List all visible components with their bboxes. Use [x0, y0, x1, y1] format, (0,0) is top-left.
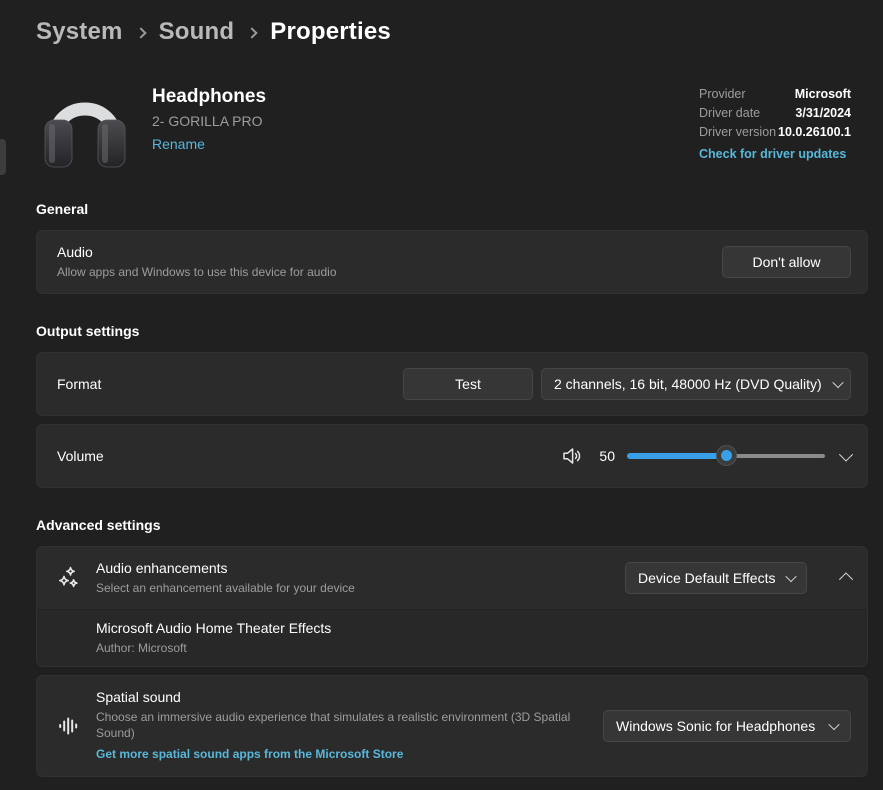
audio-permission-card: Audio Allow apps and Windows to use this…: [36, 230, 868, 294]
chevron-down-icon: [832, 377, 843, 388]
nav-pane-fragment: [0, 139, 6, 175]
headphones-image: [40, 76, 130, 170]
volume-controls: 50: [561, 445, 851, 467]
enhancements-collapse-chevron-up-icon[interactable]: [839, 572, 853, 586]
spatial-sound-description: Choose an immersive audio experience tha…: [96, 709, 588, 741]
check-driver-updates-link[interactable]: Check for driver updates: [699, 147, 846, 161]
driver-row-date: Driver date 3/31/2024: [699, 106, 851, 120]
section-general-title: General: [36, 201, 868, 217]
volume-expander-chevron-down-icon[interactable]: [839, 448, 853, 462]
audio-permission-title: Audio: [57, 244, 337, 260]
format-card: Format Test 2 channels, 16 bit, 48000 Hz…: [36, 352, 868, 416]
breadcrumb: System Sound Properties: [0, 0, 883, 46]
device-header: Headphones 2- GORILLA PRO Rename Provide…: [40, 76, 868, 172]
rename-link[interactable]: Rename: [152, 136, 205, 152]
driver-date-label: Driver date: [699, 106, 760, 120]
enhancements-dropdown-value: Device Default Effects: [638, 570, 775, 586]
chevron-right-icon: [247, 27, 258, 38]
driver-row-version: Driver version 10.0.26100.1: [699, 125, 851, 139]
device-name: Headphones: [152, 86, 266, 108]
speaker-icon: [561, 445, 583, 467]
driver-info: Provider Microsoft Driver date 3/31/2024…: [699, 87, 851, 161]
format-dropdown-value: 2 channels, 16 bit, 48000 Hz (DVD Qualit…: [554, 376, 822, 392]
audio-enhancements-card: Audio enhancements Select an enhancement…: [36, 546, 868, 610]
section-output-title: Output settings: [36, 323, 868, 339]
audio-permission-description: Allow apps and Windows to use this devic…: [57, 264, 337, 280]
device-subtitle: 2- GORILLA PRO: [152, 113, 266, 129]
volume-slider-thumb[interactable]: [716, 445, 737, 466]
spatial-sound-card: Spatial sound Choose an immersive audio …: [36, 675, 868, 776]
breadcrumb-properties: Properties: [270, 18, 391, 46]
audio-enhancements-description: Select an enhancement available for your…: [96, 580, 355, 596]
spatial-store-link[interactable]: Get more spatial sound apps from the Mic…: [96, 747, 403, 761]
driver-provider-value: Microsoft: [795, 87, 851, 101]
driver-row-provider: Provider Microsoft: [699, 87, 851, 101]
enhancement-item-row: Microsoft Audio Home Theater Effects Aut…: [36, 610, 868, 667]
driver-version-label: Driver version: [699, 125, 776, 139]
chevron-right-icon: [135, 27, 146, 38]
enhancement-item-author: Author: Microsoft: [96, 640, 851, 656]
audio-enhancements-text: Audio enhancements Select an enhancement…: [96, 560, 355, 596]
volume-slider-thumb-dot: [721, 450, 732, 461]
driver-version-value: 10.0.26100.1: [778, 125, 851, 139]
breadcrumb-system[interactable]: System: [36, 18, 123, 46]
audio-enhancements-title: Audio enhancements: [96, 560, 355, 576]
enhancements-dropdown[interactable]: Device Default Effects: [625, 562, 807, 594]
driver-provider-label: Provider: [699, 87, 746, 101]
waveform-icon: [57, 714, 81, 738]
spatial-dropdown-value: Windows Sonic for Headphones: [616, 718, 815, 734]
sparkles-icon: [57, 566, 81, 590]
volume-slider[interactable]: [627, 445, 825, 467]
test-button[interactable]: Test: [403, 368, 533, 400]
chevron-down-icon: [828, 719, 839, 730]
driver-date-value: 3/31/2024: [795, 106, 851, 120]
volume-card: Volume 50: [36, 424, 868, 488]
breadcrumb-sound[interactable]: Sound: [159, 18, 235, 46]
spatial-sound-dropdown[interactable]: Windows Sonic for Headphones: [603, 710, 851, 742]
device-meta: Headphones 2- GORILLA PRO Rename: [152, 76, 266, 172]
format-label: Format: [57, 376, 101, 392]
volume-slider-fill: [627, 453, 726, 459]
section-advanced-title: Advanced settings: [36, 517, 868, 533]
chevron-down-icon: [786, 571, 797, 582]
enhancement-item-title: Microsoft Audio Home Theater Effects: [96, 620, 851, 636]
volume-label: Volume: [57, 448, 104, 464]
volume-value: 50: [597, 448, 615, 464]
spatial-sound-text: Spatial sound Choose an immersive audio …: [96, 676, 588, 775]
dont-allow-button[interactable]: Don't allow: [722, 246, 851, 278]
settings-content: General Audio Allow apps and Windows to …: [0, 201, 883, 777]
spatial-sound-title: Spatial sound: [96, 689, 588, 705]
format-dropdown[interactable]: 2 channels, 16 bit, 48000 Hz (DVD Qualit…: [541, 368, 851, 400]
audio-permission-text: Audio Allow apps and Windows to use this…: [57, 244, 337, 280]
